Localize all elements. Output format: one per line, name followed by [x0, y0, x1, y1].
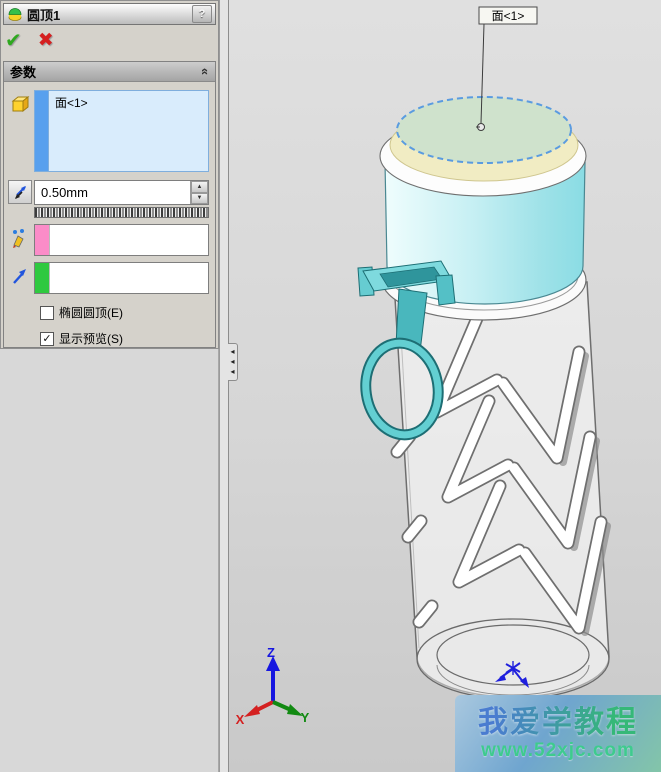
spin-down-button[interactable]: ▼ [191, 193, 208, 205]
help-button[interactable]: ? [192, 5, 212, 23]
show-preview-checkbox-row[interactable]: ✓ 显示预览(S) [40, 330, 123, 347]
left-panel-empty-area [0, 349, 219, 772]
selection-list[interactable]: 面<1> [34, 90, 209, 172]
dome-feature-icon [7, 6, 23, 22]
watermark-url: www.52xjc.com [481, 740, 635, 762]
green-swatch [35, 263, 50, 293]
spin-up-icon: ▲ [197, 184, 203, 190]
parameters-group-title: 参数 [10, 62, 202, 81]
constraint-sketch-icon [8, 226, 32, 250]
selection-item[interactable]: 面<1> [49, 91, 94, 171]
property-manager-panel: 圆顶1 ? ✔ ✖ 参数 « 面<1> [0, 0, 219, 349]
collapse-arrow-icon: ◂ [230, 347, 234, 357]
collapse-arrow-icon: ◂ [230, 367, 234, 377]
sketch-point-field[interactable] [34, 224, 209, 256]
distance-value[interactable]: 0.50mm [35, 181, 190, 204]
direction-arrow-icon [8, 264, 32, 288]
panel-title: 圆顶1 [27, 5, 192, 24]
panel-collapse-tab[interactable]: ◂ ◂ ◂ [228, 343, 238, 381]
direction-field[interactable] [34, 262, 209, 294]
face-select-icon [8, 92, 32, 116]
parameters-group: 参数 « 面<1> [3, 61, 216, 348]
panel-actions: ✔ ✖ [5, 27, 54, 53]
spin-down-icon: ▼ [197, 195, 203, 201]
help-icon: ? [199, 8, 206, 20]
selected-top-face[interactable] [397, 97, 571, 163]
coordinate-triad: Z X Y [236, 645, 310, 727]
show-preview-checkbox[interactable]: ✓ [40, 332, 54, 346]
pink-swatch [35, 225, 50, 255]
spin-up-button[interactable]: ▲ [191, 181, 208, 193]
elliptical-dome-checkbox[interactable] [40, 306, 54, 320]
distance-icon-cell [8, 180, 32, 204]
distance-icon[interactable] [8, 180, 32, 204]
parameters-group-header[interactable]: 参数 « [4, 62, 215, 82]
distance-thumbwheel[interactable] [34, 207, 209, 218]
triad-x-label: X [236, 712, 245, 727]
cancel-button[interactable]: ✖ [38, 29, 54, 52]
callout-label: 面<1> [492, 9, 525, 23]
collapse-arrow-icon: ◂ [230, 357, 234, 367]
chevron-up-icon[interactable]: « [198, 68, 213, 75]
ok-button[interactable]: ✔ [5, 28, 22, 53]
panel-header: 圆顶1 ? [3, 3, 216, 25]
watermark-title: 我爱学教程 [478, 706, 638, 740]
selection-highlight-bar [35, 91, 49, 171]
checkbox-check-icon: ✓ [42, 333, 51, 345]
panel-splitter[interactable] [219, 0, 229, 772]
triad-y-label: Y [301, 710, 310, 725]
triad-z-label: Z [267, 645, 275, 660]
elliptical-dome-label: 椭圆圆顶(E) [59, 304, 123, 321]
watermark: 我爱学教程 www.52xjc.com [455, 695, 661, 772]
show-preview-label: 显示预览(S) [59, 330, 123, 347]
elliptical-dome-checkbox-row[interactable]: 椭圆圆顶(E) [40, 304, 123, 321]
distance-spinbox[interactable]: 0.50mm ▲ ▼ [34, 180, 209, 205]
